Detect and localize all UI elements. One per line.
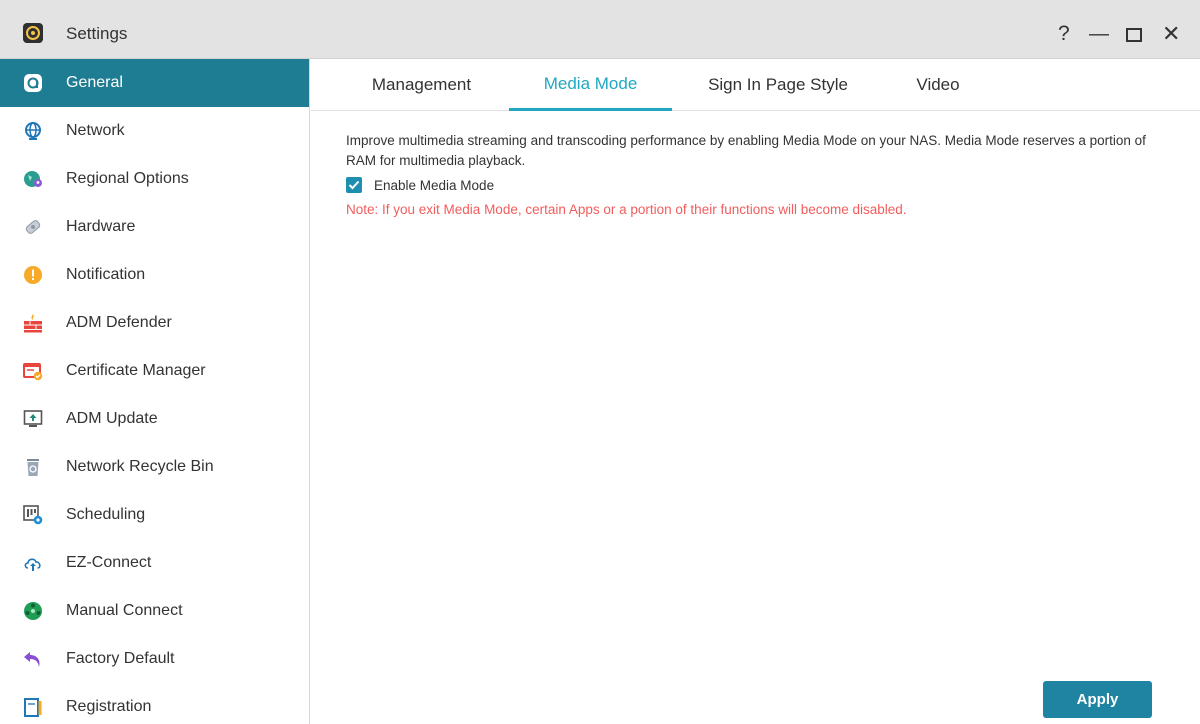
sidebar-item-registration[interactable]: Registration	[0, 683, 309, 724]
enable-media-mode-label[interactable]: Enable Media Mode	[374, 178, 494, 193]
manual-connect-icon	[23, 601, 43, 621]
sidebar-item-hardware[interactable]: Hardware	[0, 203, 309, 251]
sidebar-item-adm-defender[interactable]: ADM Defender	[0, 299, 309, 347]
apply-button[interactable]: Apply	[1043, 681, 1152, 718]
tab-media-mode[interactable]: Media Mode	[509, 59, 672, 111]
help-button[interactable]: ?	[1058, 22, 1070, 46]
sidebar-item-label: Regional Options	[66, 170, 189, 187]
cloud-upload-icon	[23, 553, 43, 573]
globe-icon	[23, 121, 43, 141]
sidebar-item-label: Manual Connect	[66, 602, 183, 619]
sidebar-item-general[interactable]: General	[0, 59, 309, 107]
sidebar-item-notification[interactable]: Notification	[0, 251, 309, 299]
update-icon	[23, 409, 43, 429]
sidebar-item-label: Network	[66, 122, 125, 139]
checkmark-icon	[348, 180, 360, 190]
sidebar-item-certificate-manager[interactable]: Certificate Manager	[0, 347, 309, 395]
exclamation-icon	[23, 265, 43, 285]
sidebar-item-manual-connect[interactable]: Manual Connect	[0, 587, 309, 635]
close-button[interactable]: ✕	[1162, 22, 1180, 46]
sidebar-item-regional-options[interactable]: Regional Options	[0, 155, 309, 203]
sidebar-item-label: Factory Default	[66, 650, 175, 667]
general-icon	[23, 73, 43, 93]
media-mode-warning-note: Note: If you exit Media Mode, certain Ap…	[346, 202, 907, 217]
sidebar-item-ez-connect[interactable]: EZ-Connect	[0, 539, 309, 587]
sidebar-item-network-recycle-bin[interactable]: Network Recycle Bin	[0, 443, 309, 491]
sidebar: General Network Regional Options Hardwar…	[0, 59, 310, 724]
tab-bar: Management Media Mode Sign In Page Style…	[311, 59, 1200, 111]
enable-media-mode-row[interactable]: Enable Media Mode	[346, 175, 494, 195]
sidebar-item-label: Network Recycle Bin	[66, 458, 214, 475]
sidebar-item-label: ADM Update	[66, 410, 158, 427]
settings-app-icon	[23, 23, 43, 43]
sidebar-item-label: Hardware	[66, 218, 136, 235]
sidebar-item-factory-default[interactable]: Factory Default	[0, 635, 309, 683]
sidebar-item-scheduling[interactable]: Scheduling	[0, 491, 309, 539]
hardware-icon	[23, 217, 43, 237]
minimize-button[interactable]: —	[1089, 22, 1109, 46]
enable-media-mode-checkbox[interactable]	[346, 177, 362, 193]
sidebar-item-label: EZ-Connect	[66, 554, 152, 571]
window-title: Settings	[66, 24, 128, 43]
sidebar-item-adm-update[interactable]: ADM Update	[0, 395, 309, 443]
undo-arrow-icon	[23, 649, 43, 669]
sidebar-item-label: Registration	[66, 698, 152, 715]
registration-icon	[23, 697, 43, 717]
sidebar-item-label: Scheduling	[66, 506, 146, 523]
sidebar-item-network[interactable]: Network	[0, 107, 309, 155]
recycle-bin-icon	[23, 457, 43, 477]
title-bar: Settings ? — ✕	[0, 0, 1200, 59]
media-mode-description: Improve multimedia streaming and transco…	[346, 133, 1146, 168]
tab-video[interactable]: Video	[903, 59, 973, 111]
scheduling-icon	[23, 505, 43, 525]
sidebar-item-label: Notification	[66, 266, 146, 283]
sidebar-item-label: General	[66, 74, 123, 91]
maximize-button[interactable]	[1126, 28, 1142, 42]
firewall-icon	[23, 313, 43, 333]
sidebar-item-label: ADM Defender	[66, 314, 172, 331]
certificate-icon	[23, 361, 43, 381]
sidebar-item-label: Certificate Manager	[66, 362, 206, 379]
tab-sign-in-page-style[interactable]: Sign In Page Style	[695, 59, 861, 111]
globe-pin-icon	[23, 169, 43, 189]
tab-management[interactable]: Management	[354, 59, 489, 111]
